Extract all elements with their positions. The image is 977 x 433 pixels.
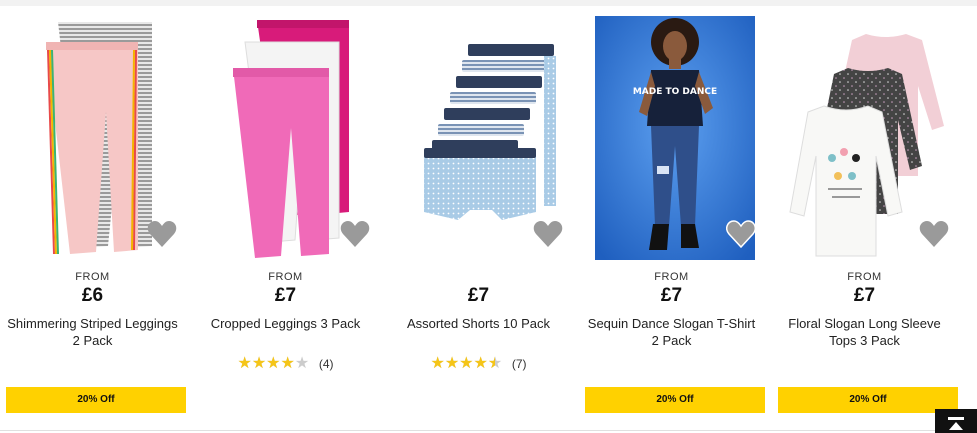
back-to-top-button[interactable] — [935, 409, 977, 433]
rating-stars: ★★★★★ ★★★★★ — [237, 354, 310, 372]
wishlist-heart-icon[interactable] — [147, 220, 177, 248]
product-card[interactable]: FROM £7 Cropped Leggings 3 Pack ★★★★★ ★★… — [193, 10, 378, 430]
from-label: FROM — [847, 271, 882, 283]
arrow-up-icon-head — [949, 422, 963, 430]
product-card[interactable]: £7 Assorted Shorts 10 Pack ★★★★★ ★★★★★ (… — [386, 10, 571, 430]
top-divider — [0, 0, 977, 6]
bottom-divider — [0, 430, 977, 431]
product-name[interactable]: Sequin Dance Slogan T-Shirt 2 Pack — [583, 315, 760, 349]
product-price: £6 — [81, 285, 104, 306]
product-name[interactable]: Shimmering Striped Leggings 2 Pack — [4, 315, 181, 349]
product-name[interactable]: Cropped Leggings 3 Pack — [197, 315, 374, 332]
promo-badge[interactable]: 20% Off — [778, 387, 958, 413]
wishlist-heart-icon[interactable] — [533, 220, 563, 248]
product-price: £7 — [853, 285, 876, 306]
from-label: FROM — [654, 271, 689, 283]
tshirt-slogan: MADE TO DANCE — [633, 87, 717, 97]
rating-stars: ★★★★★ ★★★★★ — [430, 354, 503, 372]
wishlist-heart-icon[interactable] — [726, 220, 756, 248]
review-count[interactable]: (7) — [512, 357, 527, 371]
product-rating: ★★★★★ ★★★★★ (7) — [386, 355, 571, 372]
product-name[interactable]: Assorted Shorts 10 Pack — [390, 315, 567, 332]
arrow-up-icon — [948, 417, 964, 420]
wishlist-heart-icon[interactable] — [919, 220, 949, 248]
review-count[interactable]: (4) — [319, 357, 334, 371]
from-label: FROM — [75, 271, 110, 283]
promo-badge[interactable]: 20% Off — [585, 387, 765, 413]
product-rating: ★★★★★ ★★★★★ (4) — [193, 355, 378, 372]
product-card[interactable]: MADE TO DANCE FROM £7 Sequin Dance Sloga… — [579, 10, 765, 430]
product-price: £7 — [467, 285, 490, 306]
wishlist-heart-icon[interactable] — [340, 220, 370, 248]
from-label: FROM — [268, 271, 303, 283]
product-grid: FROM £6 Shimmering Striped Leggings 2 Pa… — [0, 10, 977, 430]
product-price: £7 — [274, 285, 297, 306]
product-name[interactable]: Floral Slogan Long Sleeve Tops 3 Pack — [776, 315, 953, 349]
product-price: £7 — [660, 285, 683, 306]
promo-badge[interactable]: 20% Off — [6, 387, 186, 413]
product-card[interactable]: FROM £6 Shimmering Striped Leggings 2 Pa… — [0, 10, 186, 430]
product-card[interactable]: FROM £7 Floral Slogan Long Sleeve Tops 3… — [772, 10, 958, 430]
